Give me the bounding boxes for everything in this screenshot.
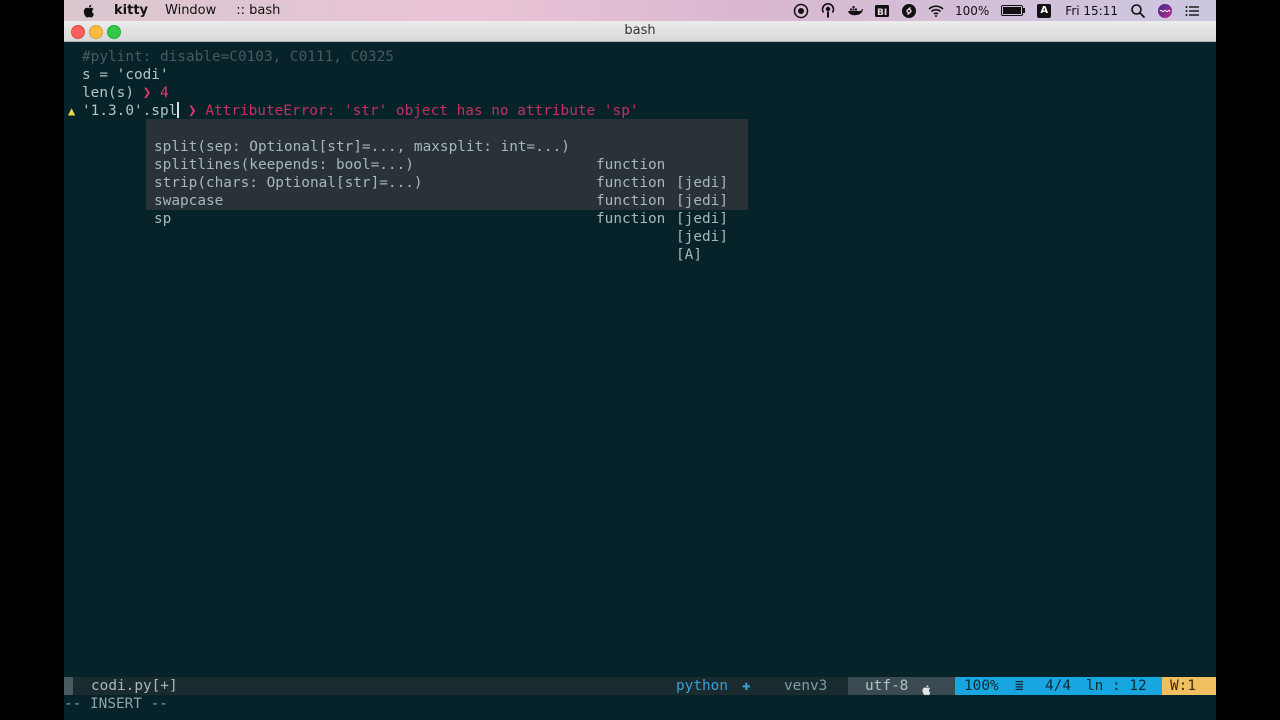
completion-item[interactable]: swapcase function [jedi]	[146, 174, 748, 245]
apple-icon[interactable]	[82, 4, 96, 18]
menu-clock[interactable]: Fri 15:11	[1065, 4, 1118, 18]
siri-icon[interactable]	[1157, 3, 1173, 19]
completion-source: [jedi]	[676, 211, 728, 227]
docker-icon[interactable]	[847, 3, 863, 19]
command-line[interactable]: -- INSERT --	[64, 695, 1216, 713]
status-column: ln : 12	[1086, 678, 1147, 694]
list-icon[interactable]	[1184, 3, 1200, 19]
podcast-icon[interactable]	[820, 2, 836, 19]
bi-icon[interactable]: BI	[874, 3, 890, 19]
python-icon: ✚	[742, 678, 751, 694]
completion-popup[interactable]: split(sep: Optional[str]=..., maxsplit: …	[146, 119, 748, 263]
result-arrow-icon: ❯	[142, 85, 152, 101]
status-filetype: python	[676, 678, 728, 694]
editor-line-3[interactable]: len(s) ❯ 4	[82, 84, 169, 102]
bars-icon: ≣	[1015, 678, 1024, 694]
screen: kitty Window :: bash BI 100% A Fri 15:11…	[64, 0, 1216, 720]
editor-line-1[interactable]: #pylint: disable=C0103, C0111, C0325	[82, 48, 394, 66]
completion-source: [jedi]	[676, 229, 728, 245]
completion-source: [A]	[676, 247, 702, 263]
code-text: len(s)	[82, 85, 134, 101]
result-arrow-icon: ❯	[187, 103, 197, 119]
window-title: bash	[624, 23, 656, 38]
window-title-bar[interactable]: bash	[64, 21, 1216, 42]
completion-word: sp	[154, 211, 172, 227]
svg-text:BI: BI	[877, 8, 887, 18]
wifi-icon[interactable]	[928, 3, 944, 19]
vim-status-line: codi.py[+] python ✚ venv3 utf-8 100% ≣ 4…	[64, 677, 1216, 696]
battery-percent[interactable]: 100%	[955, 4, 989, 18]
spotlight-icon[interactable]	[1130, 3, 1146, 19]
keyboard-input-icon[interactable]: A	[1037, 3, 1052, 18]
menu-bash[interactable]: :: bash	[236, 3, 280, 18]
status-venv: venv3	[784, 678, 828, 694]
editor-line-2[interactable]: s = 'codi'	[82, 66, 169, 84]
record-icon[interactable]	[793, 3, 809, 19]
completion-item[interactable]: splitlines(keepends: bool=...) function …	[146, 138, 748, 209]
completion-kind: function	[596, 211, 666, 227]
editor-line-4[interactable]: '1.3.0'.spl ❯ AttributeError: 'str' obje…	[82, 102, 639, 120]
completion-item[interactable]: sp [A]	[146, 192, 748, 263]
completion-item[interactable]: strip(chars: Optional[str]=...) function…	[146, 156, 748, 227]
shazam-icon[interactable]	[901, 3, 917, 19]
mode-indicator	[64, 677, 73, 695]
macos-menu-bar: kitty Window :: bash BI 100% A Fri 15:11	[64, 0, 1216, 21]
code-text: '1.3.0'.spl	[82, 103, 178, 119]
inline-result: 4	[160, 85, 169, 101]
terminal-editor[interactable]: #pylint: disable=C0103, C0111, C0325 s =…	[64, 42, 1216, 720]
menu-window[interactable]: Window	[165, 3, 216, 18]
status-warnings: W:1	[1170, 678, 1196, 694]
menu-app-name[interactable]: kitty	[114, 3, 148, 18]
text-cursor	[177, 102, 180, 118]
status-percent: 100%	[964, 678, 999, 694]
inline-error: AttributeError: 'str' object has no attr…	[205, 103, 639, 119]
status-filename: codi.py[+]	[91, 678, 178, 694]
battery-icon[interactable]	[1001, 5, 1026, 16]
status-encoding: utf-8	[865, 678, 909, 694]
warning-sign-icon[interactable]: ▲	[68, 102, 75, 120]
completion-item[interactable]: split(sep: Optional[str]=..., maxsplit: …	[146, 120, 748, 191]
status-line-number: 4/4	[1045, 678, 1071, 694]
